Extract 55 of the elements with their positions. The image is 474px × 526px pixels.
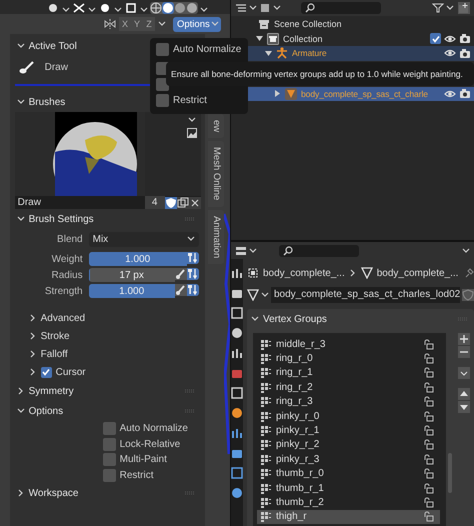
list-item[interactable]: thumb_r_1 [257,480,440,496]
subpanel-title[interactable]: Advanced [40,312,86,324]
list-item[interactable]: pinky_r_1 [257,423,440,438]
slider[interactable]: 17 px [88,268,175,282]
axis-toggle[interactable]: Z [143,17,155,31]
checkbox-label[interactable]: Auto Normalize [173,44,242,55]
sidebar-tab[interactable]: Mesh Online [208,141,224,206]
field-label: Blend [56,234,84,244]
list-item[interactable]: thumb_r_2 [257,495,440,510]
name-field[interactable]: Draw [14,197,145,208]
breadcrumb-item[interactable]: body_complete_... [376,268,458,278]
sidebar-tab[interactable]: ew [208,114,224,138]
breadcrumb-item[interactable]: body_complete_... [263,268,345,278]
slider[interactable]: 1.000 [88,252,187,266]
subpanel-title[interactable]: Stroke [40,330,70,342]
panel-title[interactable]: Brush Settings [28,214,94,224]
panel-title[interactable]: Symmetry [28,386,74,396]
tool-name: Draw [44,62,68,72]
subpanel-title[interactable]: Cursor [56,366,86,378]
list-item[interactable]: thumb_r_0 [257,466,440,481]
slider[interactable]: 1.000 [88,284,175,298]
list-item[interactable]: ring_r_2 [257,380,440,395]
list-item[interactable]: thigh_r [257,510,440,524]
list-item[interactable]: middle_r_3 [257,337,440,352]
sidebar-tab[interactable]: Animation [208,210,224,264]
outliner-item[interactable]: Collection [283,34,323,44]
panel-title[interactable]: Workspace [28,488,78,498]
panel-title[interactable]: Options [28,406,64,416]
checkbox-label[interactable]: Restrict [173,95,207,106]
list-item[interactable]: ring_r_0 [257,351,440,366]
checkbox-label[interactable]: Restrict [120,470,154,481]
list-item[interactable]: ring_r_3 [257,394,440,409]
panel-title[interactable]: Brushes [28,96,66,108]
user-count[interactable]: 4 [144,196,165,209]
list-item[interactable]: pinky_r_0 [257,408,440,424]
list-item[interactable]: pinky_r_2 [257,438,440,452]
panel-title[interactable]: Vertex Groups [263,314,327,324]
mesh-name-field[interactable]: body_complete_sp_sas_ct_charles_lod02 [271,287,460,303]
field-label: Weight [50,254,84,264]
outliner-item[interactable]: Scene Collection [274,19,342,30]
blend-dropdown[interactable]: Mix [88,232,199,246]
panel-title[interactable]: Active Tool [28,40,77,52]
options-button[interactable]: Options [173,16,221,32]
tooltip: Ensure all bone-deforming vertex groups add up to 1.0 while weight painting. [166,62,474,86]
axis-toggle[interactable]: Y [131,17,143,31]
axis-toggle[interactable]: X [119,17,131,31]
checkbox-label[interactable]: Auto Normalize [120,423,188,434]
subpanel-title[interactable]: Falloff [40,348,68,360]
checkbox-label[interactable]: Lock-Relative [120,438,180,450]
checkbox-label[interactable]: Multi-Paint [120,454,167,466]
list-item[interactable]: pinky_r_3 [257,452,440,467]
field-label: Radius [50,270,84,280]
field-label: Strength [44,286,84,296]
outliner-item[interactable]: Armature [292,48,327,58]
list-item[interactable]: ring_r_1 [257,366,440,380]
